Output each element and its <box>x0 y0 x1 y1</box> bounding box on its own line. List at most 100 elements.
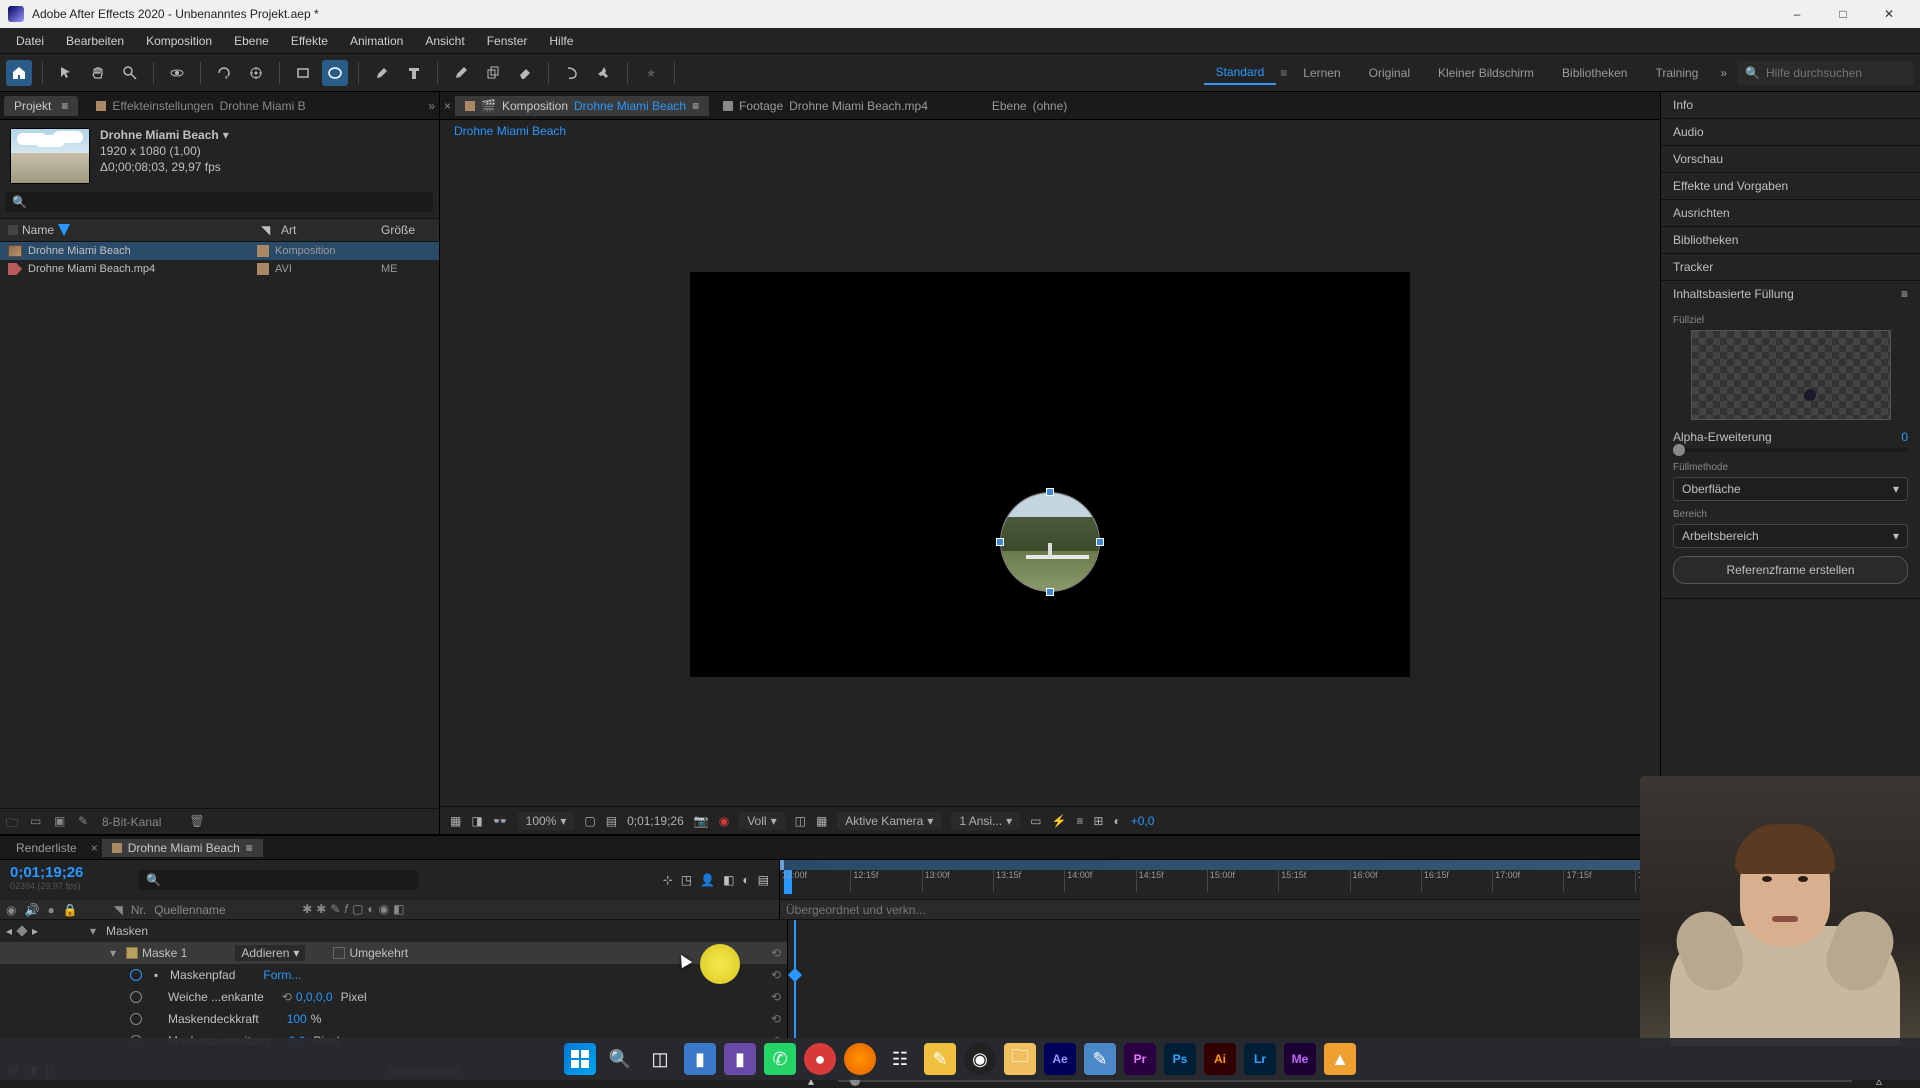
mask-handle[interactable] <box>996 538 1004 546</box>
workspace-training[interactable]: Training <box>1643 62 1710 84</box>
mask-mode-dropdown[interactable]: Addieren▾ <box>235 945 305 961</box>
menu-hilfe[interactable]: Hilfe <box>539 30 583 52</box>
menu-fenster[interactable]: Fenster <box>477 30 538 52</box>
taskbar-app-icon[interactable]: ● <box>804 1043 836 1075</box>
ruler-tick[interactable]: 16:00f <box>1350 870 1421 892</box>
alpha-value[interactable]: 0 <box>1901 430 1908 444</box>
expression-icon[interactable]: ⟲ <box>771 968 781 982</box>
frame-blend-icon[interactable]: ◧ <box>723 873 734 887</box>
work-area-start-handle[interactable] <box>780 860 784 870</box>
taskbar-pr-icon[interactable]: Pr <box>1124 1043 1156 1075</box>
panel-menu-icon[interactable]: ≡ <box>1901 287 1908 301</box>
stopwatch-icon[interactable] <box>130 1013 142 1025</box>
menu-ansicht[interactable]: Ansicht <box>415 30 474 52</box>
label-swatch[interactable] <box>257 263 269 275</box>
taskbar-app-icon[interactable]: ▮ <box>724 1043 756 1075</box>
comp-viewer[interactable] <box>440 142 1660 806</box>
taskbar-ae-icon[interactable]: Ae <box>1044 1043 1076 1075</box>
mask-handle[interactable] <box>1046 488 1054 496</box>
expression-icon[interactable]: ⟲ <box>771 946 781 960</box>
workspace-bibliotheken[interactable]: Bibliotheken <box>1550 62 1639 84</box>
ellipse-tool[interactable] <box>322 60 348 86</box>
camera-menu[interactable]: Aktive Kamera ▾ <box>837 812 941 830</box>
expression-icon[interactable]: ⟲ <box>771 990 781 1004</box>
ruler-tick[interactable]: 17:00f <box>1492 870 1563 892</box>
viewer-timecode[interactable]: 0;01;19;26 <box>627 814 684 828</box>
masks-group-label[interactable]: Masken <box>106 924 148 938</box>
taskbar-me-icon[interactable]: Me <box>1284 1043 1316 1075</box>
col-source[interactable]: Quellenname <box>154 903 294 917</box>
panel-header-ausrichten[interactable]: Ausrichten <box>1661 200 1920 226</box>
mask-color-swatch[interactable] <box>126 947 138 959</box>
layer-viewer-tab[interactable]: Ebene (ohne) <box>982 96 1077 116</box>
label-icon[interactable]: ◥ <box>114 903 123 917</box>
mask-feather-label[interactable]: Weiche ...enkante <box>168 990 264 1004</box>
pen-tool[interactable] <box>369 60 395 86</box>
hand-tool[interactable] <box>85 60 111 86</box>
comp-mini-flowchart-icon[interactable]: ⊹ <box>663 873 673 887</box>
anchor-tool[interactable] <box>243 60 269 86</box>
feather-value[interactable]: 0,0,0,0 <box>296 990 333 1004</box>
ruler-tick[interactable]: 14:15f <box>1136 870 1207 892</box>
panel-header-tracker[interactable]: Tracker <box>1661 254 1920 280</box>
minimize-button[interactable]: – <box>1774 0 1820 28</box>
workspace-standard[interactable]: Standard <box>1204 61 1277 85</box>
asset-thumbnail[interactable] <box>10 128 90 184</box>
new-folder-icon[interactable]: ▭ <box>30 814 46 830</box>
channel-icon[interactable]: ◉ <box>719 814 729 828</box>
taskbar-explorer-icon[interactable]: 🗀 <box>1004 1043 1036 1075</box>
ruler-tick[interactable]: 13:15f <box>993 870 1064 892</box>
comp-viewer-tab[interactable]: 🎬 Komposition Drohne Miami Beach ≡ <box>455 96 709 116</box>
lock-icon[interactable]: 🔒 <box>63 903 78 917</box>
panel-header-audio[interactable]: Audio <box>1661 119 1920 145</box>
exposure-reset-icon[interactable]: ◐ <box>1113 814 1120 828</box>
views-menu[interactable]: 1 Ansi... ▾ <box>951 812 1020 830</box>
twirl-icon[interactable]: ▾ <box>90 924 102 938</box>
timeline-search[interactable]: 🔍 <box>138 870 418 890</box>
selection-tool[interactable] <box>53 60 79 86</box>
project-row[interactable]: Drohne Miami Beach Komposition <box>0 242 439 260</box>
menu-animation[interactable]: Animation <box>340 30 413 52</box>
taskbar-app-icon[interactable]: ✎ <box>924 1043 956 1075</box>
col-number[interactable]: Nr. <box>131 903 146 917</box>
fill-range-select[interactable]: Arbeitsbereich ▾ <box>1673 524 1908 548</box>
roi-icon[interactable]: ◫ <box>795 814 806 828</box>
taskbar-taskview-icon[interactable]: ◫ <box>644 1043 676 1075</box>
expression-icon[interactable]: ⟲ <box>771 1012 781 1026</box>
panel-header-info[interactable]: Info <box>1661 92 1920 118</box>
zoom-tool[interactable] <box>117 60 143 86</box>
ruler-tick[interactable]: 13:00f <box>922 870 993 892</box>
brush-tool[interactable] <box>448 60 474 86</box>
mask-inverted-checkbox[interactable] <box>333 947 345 959</box>
resolution-menu[interactable]: Voll ▾ <box>739 812 784 830</box>
menu-effekte[interactable]: Effekte <box>281 30 338 52</box>
mask-preview[interactable] <box>1000 492 1100 592</box>
switch-icons[interactable]: ✱✱✎𝑓▢◐◉◧ <box>302 902 408 917</box>
taskbar-app-icon[interactable]: ▲ <box>1324 1043 1356 1075</box>
draft-3d-icon[interactable]: ◳ <box>681 873 692 887</box>
menu-ebene[interactable]: Ebene <box>224 30 279 52</box>
twirl-icon[interactable]: ▾ <box>110 946 122 960</box>
trash-icon[interactable]: 🗑 <box>189 814 205 830</box>
taskbar-app-icon[interactable]: ☷ <box>884 1043 916 1075</box>
eraser-tool[interactable] <box>512 60 538 86</box>
project-search[interactable]: 🔍 <box>6 192 433 212</box>
rectangle-tool[interactable] <box>290 60 316 86</box>
label-col-icon[interactable] <box>8 225 18 235</box>
panel-menu-icon[interactable]: ≡ <box>246 841 253 855</box>
grid-guides-icon[interactable]: ▤ <box>606 814 617 828</box>
col-parent[interactable]: Übergeordnet und verkn... <box>786 903 925 917</box>
taskbar-ai-icon[interactable]: Ai <box>1204 1043 1236 1075</box>
timeline-icon[interactable]: ≡ <box>1076 814 1083 828</box>
comp-canvas[interactable] <box>690 272 1410 677</box>
menu-bearbeiten[interactable]: Bearbeiten <box>56 30 134 52</box>
col-size[interactable]: Größe <box>381 221 431 239</box>
exposure-value[interactable]: +0,0 <box>1131 814 1155 828</box>
panel-header-vorschau[interactable]: Vorschau <box>1661 146 1920 172</box>
transparency-icon[interactable]: ▦ <box>816 814 827 828</box>
help-search-input[interactable] <box>1766 66 1906 80</box>
panel-header-bibliotheken[interactable]: Bibliotheken <box>1661 227 1920 253</box>
maximize-button[interactable]: □ <box>1820 0 1866 28</box>
menu-komposition[interactable]: Komposition <box>136 30 222 52</box>
close-button[interactable]: ✕ <box>1866 0 1912 28</box>
